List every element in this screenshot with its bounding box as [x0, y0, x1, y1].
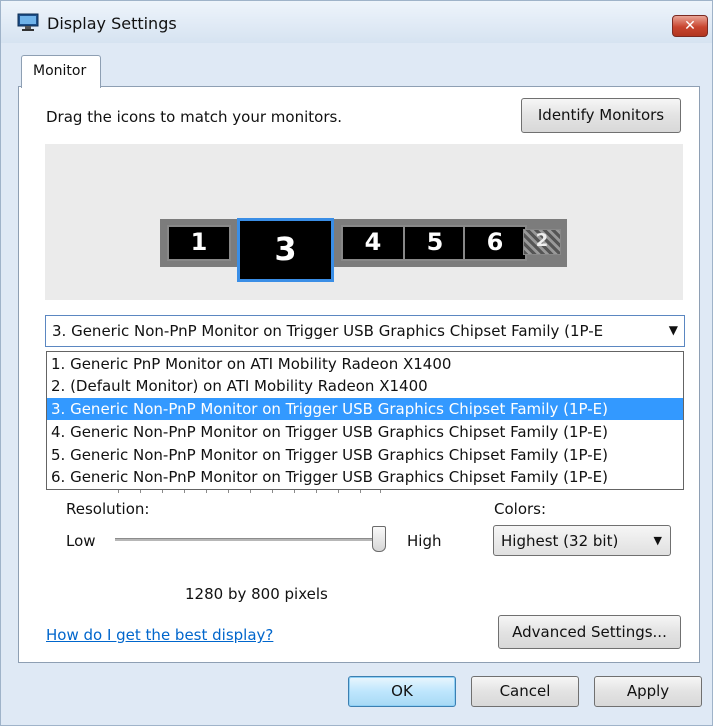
close-icon: ✕ — [684, 18, 696, 34]
instruction-text: Drag the icons to match your monitors. — [46, 108, 343, 126]
resolution-slider-track[interactable] — [115, 538, 383, 541]
tab-label: Monitor — [33, 63, 87, 79]
monitor-icon-4[interactable]: 4 — [341, 225, 405, 261]
title-bar[interactable]: Display Settings ✕ — [1, 1, 712, 43]
colors-select-value: Highest (32 bit) — [501, 532, 619, 550]
resolution-slider-thumb[interactable] — [372, 526, 386, 552]
resolution-value: 1280 by 800 pixels — [185, 585, 328, 603]
cancel-button[interactable]: Cancel — [471, 676, 579, 707]
monitor-option-1[interactable]: 1. Generic PnP Monitor on ATI Mobility R… — [47, 353, 683, 375]
monitor-option-2[interactable]: 2. (Default Monitor) on ATI Mobility Rad… — [47, 375, 683, 397]
close-button[interactable]: ✕ — [672, 15, 708, 37]
window-title: Display Settings — [47, 14, 177, 33]
resolution-low-label: Low — [66, 532, 96, 550]
monitor-option-6[interactable]: 6. Generic Non-PnP Monitor on Trigger US… — [47, 466, 683, 488]
monitor-option-3[interactable]: 3. Generic Non-PnP Monitor on Trigger US… — [47, 398, 683, 420]
monitor-select-value: 3. Generic Non-PnP Monitor on Trigger US… — [52, 322, 604, 340]
advanced-settings-button[interactable]: Advanced Settings... — [498, 615, 681, 649]
monitor-option-4[interactable]: 4. Generic Non-PnP Monitor on Trigger US… — [47, 421, 683, 443]
colors-select[interactable]: Highest (32 bit) ▼ — [493, 525, 671, 556]
monitor-icon-3[interactable]: 3 — [237, 218, 334, 282]
monitor-icon-5[interactable]: 5 — [403, 225, 467, 261]
best-display-help-link[interactable]: How do I get the best display? — [46, 626, 273, 644]
monitor-icon-2[interactable]: 2 — [523, 229, 561, 255]
identify-monitors-button[interactable]: Identify Monitors — [521, 98, 681, 133]
monitor-dropdown-list[interactable]: 1. Generic PnP Monitor on ATI Mobility R… — [46, 351, 684, 490]
resolution-label: Resolution: — [66, 500, 150, 518]
chevron-down-icon: ▼ — [668, 323, 678, 337]
apply-button[interactable]: Apply — [594, 676, 702, 707]
ok-button[interactable]: OK — [348, 676, 456, 707]
colors-label: Colors: — [494, 500, 547, 518]
monitor-icon-6[interactable]: 6 — [463, 225, 527, 261]
tab-monitor[interactable]: Monitor — [21, 55, 101, 88]
resolution-high-label: High — [407, 532, 442, 550]
monitor-option-5[interactable]: 5. Generic Non-PnP Monitor on Trigger US… — [47, 444, 683, 466]
display-settings-icon — [17, 13, 39, 31]
chevron-down-icon: ▼ — [653, 534, 662, 547]
monitor-icon-1[interactable]: 1 — [167, 225, 231, 261]
monitor-select[interactable]: 3. Generic Non-PnP Monitor on Trigger US… — [45, 315, 685, 347]
